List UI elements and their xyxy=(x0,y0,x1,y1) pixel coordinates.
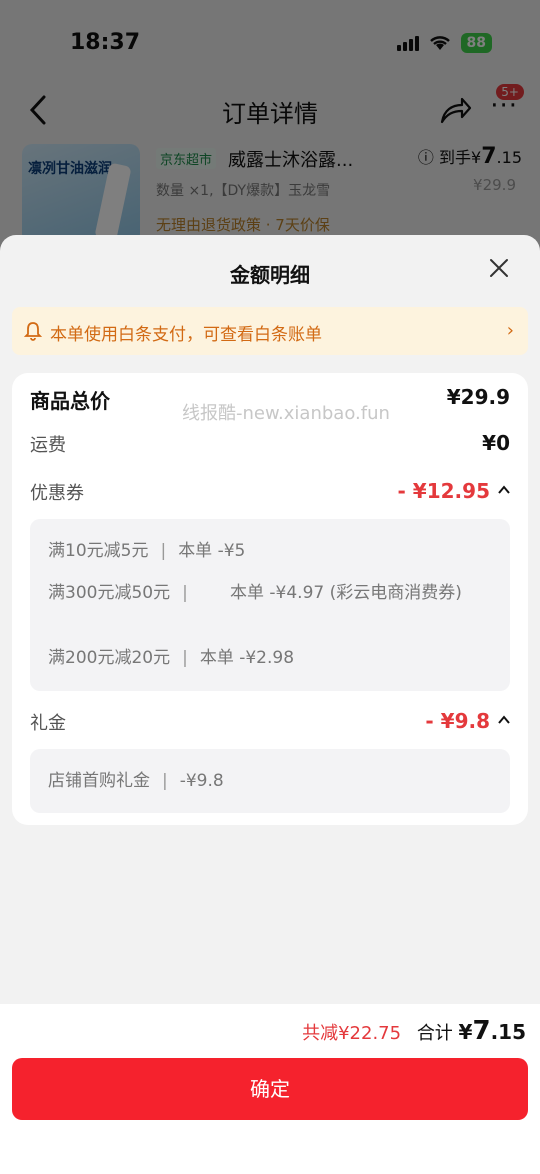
separator: | xyxy=(182,583,188,603)
baitiao-notice[interactable]: 本单使用白条支付，可查看白条账单 › xyxy=(12,307,528,355)
confirm-button[interactable]: 确定 xyxy=(12,1058,528,1120)
chevron-right-icon: › xyxy=(506,320,514,341)
close-icon[interactable] xyxy=(488,257,510,279)
price-label: 到手 xyxy=(439,148,472,167)
price-integer: 7 xyxy=(481,144,497,169)
shipping-label: 运费 xyxy=(30,435,66,456)
gift-rule: 店铺首购礼金 xyxy=(48,771,150,791)
thumbnail-text: 凛冽甘油滋润 xyxy=(28,161,112,177)
footer-totals: 共减¥22.75 合计 ¥7.15 xyxy=(302,1016,526,1046)
gift-label: 礼金 xyxy=(30,713,66,734)
watermark: 线报酷-new.xianbao.fun xyxy=(182,403,390,424)
product-item[interactable]: 凛冽甘油滋润 京东超市 威露士沐浴露... ⓘ 到手¥7.15 数量 ×1,【D… xyxy=(22,144,522,244)
coupon-item: 满10元减5元 | 本单 -¥5 xyxy=(48,539,245,563)
status-bar: 18:37 88 xyxy=(0,0,540,88)
separator: | xyxy=(160,541,167,561)
coupon-detail-box: 满10元减5元 | 本单 -¥5 满300元减50元 | 本单 -¥4.97 (彩云电… xyxy=(30,519,510,691)
coupon-amount: - ¥12.95 xyxy=(397,479,490,503)
separator: | xyxy=(162,771,168,791)
shipping-row: 运费 ¥0 xyxy=(30,431,510,463)
gift-item: 店铺首购礼金 | -¥9.8 xyxy=(48,769,224,793)
product-thumbnail: 凛冽甘油滋润 xyxy=(22,144,140,244)
store-tag: 京东超市 xyxy=(156,148,217,169)
return-policy: 无理由退货政策 · 7天价保 xyxy=(156,216,330,234)
notice-text: 本单使用白条支付，可查看白条账单 xyxy=(50,325,322,345)
gift-detail: -¥9.8 xyxy=(179,771,224,791)
chevron-up-icon[interactable] xyxy=(498,484,510,496)
price-decimal: .15 xyxy=(496,148,522,167)
coupon-row[interactable]: 优惠券 - ¥12.95 xyxy=(30,479,510,511)
nav-bar: 订单详情 ··· 5+ xyxy=(0,84,540,132)
coupon-rule: 满200元减20元 xyxy=(48,648,171,668)
bell-icon xyxy=(24,322,42,341)
signal-icon xyxy=(396,35,419,51)
product-spec[interactable]: 数量 ×1,【DY爆款】玉龙雪 xyxy=(156,180,386,200)
info-icon[interactable]: ⓘ xyxy=(418,148,434,167)
coupon-detail: 本单 -¥4.97 (彩云电商消费券) xyxy=(230,583,462,603)
price-currency: ¥ xyxy=(471,148,482,167)
shipping-value: ¥0 xyxy=(482,431,510,455)
gift-row[interactable]: 礼金 - ¥9.8 xyxy=(30,709,510,741)
gift-detail-box: 店铺首购礼金 | -¥9.8 xyxy=(30,749,510,813)
total-integer: 7 xyxy=(472,1016,491,1046)
coupon-rule: 满10元减5元 xyxy=(48,541,149,561)
gift-value: - ¥9.8 xyxy=(425,709,510,733)
coupon-label: 优惠券 xyxy=(30,483,84,504)
notification-badge: 5+ xyxy=(496,84,524,100)
chevron-up-icon[interactable] xyxy=(498,714,510,726)
order-detail-page: 18:37 88 订单详情 ··· 5+ 凛冽甘油滋润 京东超市 威露士沐浴露.… xyxy=(0,0,540,260)
footer-bar: 共减¥22.75 合计 ¥7.15 确定 xyxy=(0,1004,540,1174)
share-icon[interactable] xyxy=(438,94,472,126)
product-price: ⓘ 到手¥7.15 xyxy=(418,144,522,169)
status-icons: 88 xyxy=(396,33,492,53)
goods-total-value: ¥29.9 xyxy=(446,385,510,409)
status-time: 18:37 xyxy=(70,30,141,55)
separator: | xyxy=(182,648,188,668)
coupon-item: 满300元减50元 | xyxy=(48,581,200,605)
battery-indicator: 88 xyxy=(460,33,492,53)
coupon-detail: 本单 -¥5 xyxy=(178,541,246,561)
sheet-title: 金额明细 xyxy=(230,263,310,287)
wifi-icon xyxy=(429,36,450,50)
coupon-item: 满200元减20元 | 本单 -¥2.98 xyxy=(48,646,294,670)
gift-amount: - ¥9.8 xyxy=(425,709,490,733)
coupon-rule: 满300元减50元 xyxy=(48,583,171,603)
original-price: ¥29.9 xyxy=(473,176,516,194)
coupon-value: - ¥12.95 xyxy=(398,479,510,503)
goods-total-label: 商品总价 xyxy=(30,389,110,413)
total-label: 合计 xyxy=(416,1023,453,1044)
total-amount: ¥7.15 xyxy=(458,1016,526,1046)
coupon-detail: 本单 -¥2.98 xyxy=(199,648,295,668)
total-reduced: 共减¥22.75 xyxy=(302,1023,402,1044)
amount-card: 商品总价 ¥29.9 线报酷-new.xianbao.fun 运费 ¥0 优惠券… xyxy=(12,373,528,825)
product-name: 威露士沐浴露... xyxy=(228,150,354,171)
total-decimal: .15 xyxy=(490,1020,526,1044)
total-currency: ¥ xyxy=(458,1020,473,1044)
